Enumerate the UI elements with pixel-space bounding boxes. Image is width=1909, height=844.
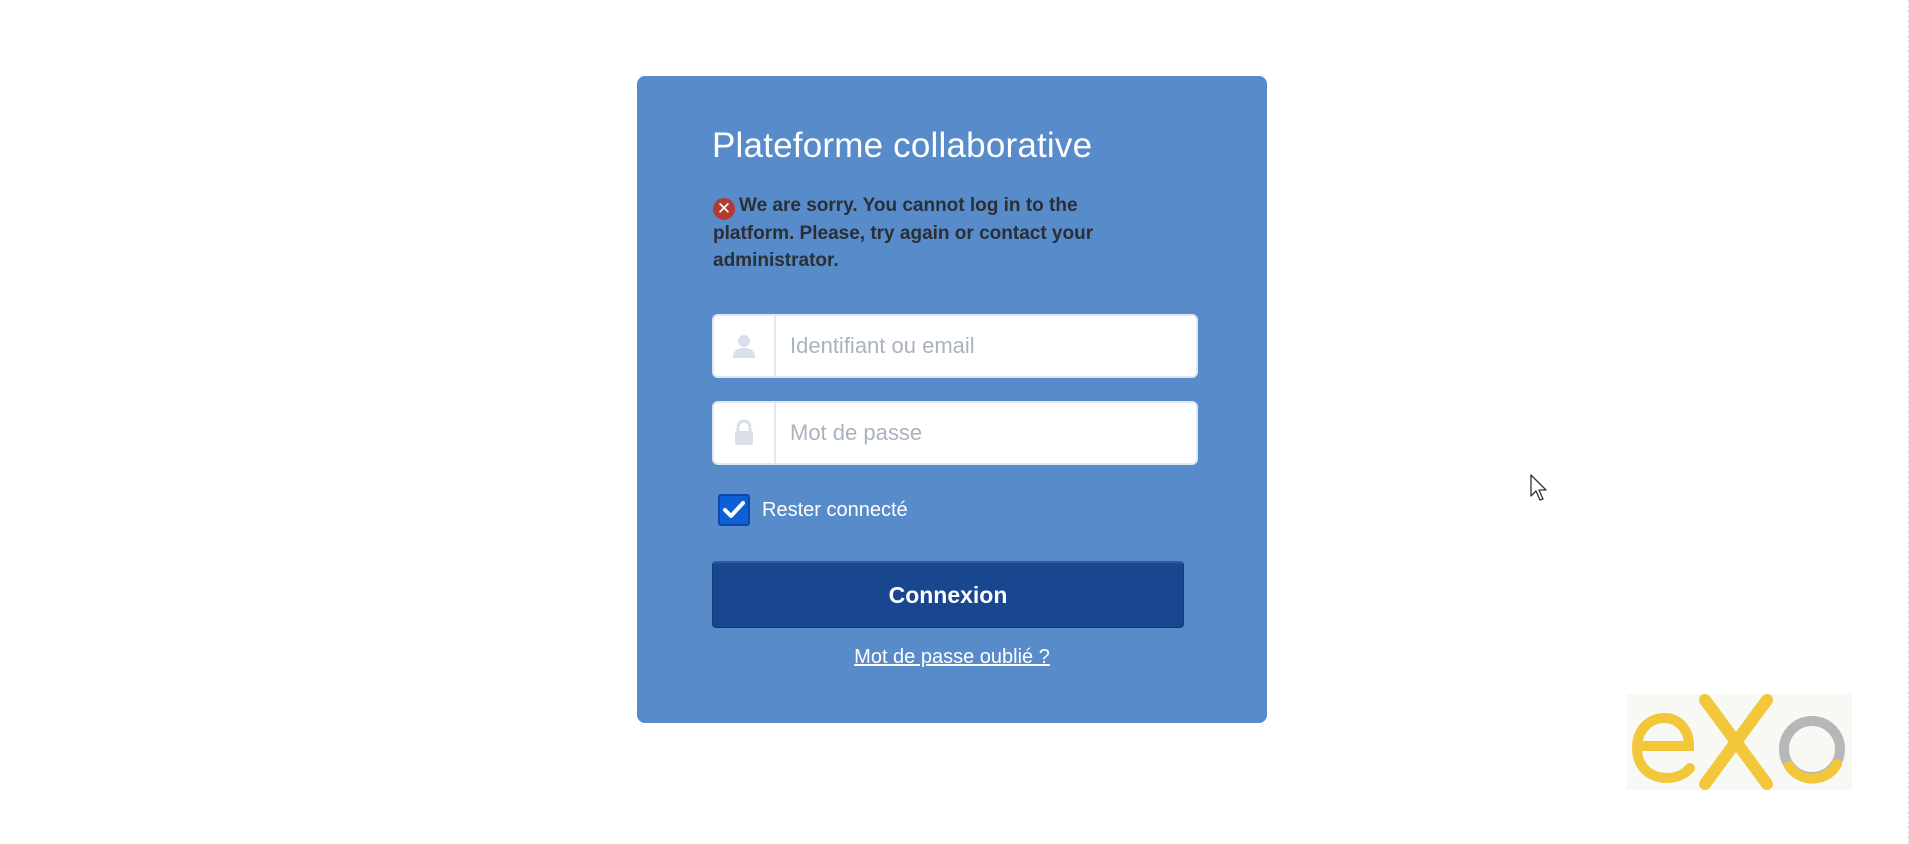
error-message-text: We are sorry. You cannot log in to the p…: [713, 195, 1094, 271]
forgot-password-link[interactable]: Mot de passe oublié ?: [637, 646, 1267, 669]
username-input[interactable]: [776, 316, 1196, 376]
remember-me-checkbox[interactable]: [718, 494, 750, 526]
remember-me-row: Rester connecté: [718, 494, 908, 526]
exo-logo: [1627, 694, 1852, 790]
mouse-cursor-icon: [1530, 474, 1547, 501]
password-addon: [714, 403, 776, 463]
username-field-group: [712, 314, 1198, 378]
remember-me-label[interactable]: Rester connecté: [762, 499, 908, 522]
login-card: Plateforme collaborative ✕ We are sorry. …: [637, 76, 1267, 723]
user-icon: [733, 335, 755, 358]
username-addon: [714, 316, 776, 376]
checkmark-icon: [723, 501, 745, 518]
error-circle-icon: ✕: [713, 198, 735, 220]
password-field-group: [712, 401, 1198, 465]
exo-logo-graphic: [1631, 694, 1845, 790]
page-title: Plateforme collaborative: [712, 126, 1093, 165]
error-alert: ✕ We are sorry. You cannot log in to the …: [713, 192, 1133, 274]
login-page: Plateforme collaborative ✕ We are sorry. …: [0, 0, 1909, 844]
lock-icon: [735, 419, 753, 445]
login-button[interactable]: Connexion: [712, 561, 1184, 628]
password-input[interactable]: [776, 403, 1196, 463]
